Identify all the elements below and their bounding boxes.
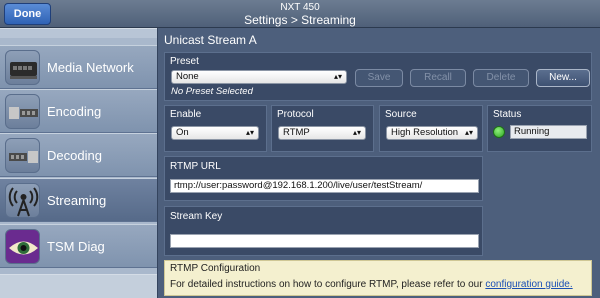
status-box: Status Running <box>487 105 592 152</box>
sidebar-item-media-network[interactable]: Media Network <box>0 45 157 89</box>
protocol-box: Protocol RTMP ▴▾ <box>271 105 374 152</box>
main-panel: Unicast Stream A Preset None ▴▾ No Prese… <box>157 28 600 298</box>
recall-button[interactable]: Recall <box>410 69 466 87</box>
sidebar-top-divider <box>0 28 157 38</box>
rtmp-url-box: RTMP URL rtmp://user:password@192.168.1.… <box>164 156 483 201</box>
chevron-updown-icon: ▴▾ <box>352 128 361 137</box>
note-body: For detailed instructions on how to conf… <box>170 279 483 290</box>
new-preset-button[interactable]: New... <box>536 69 590 87</box>
sidebar-item-streaming[interactable]: Streaming <box>0 178 157 222</box>
chevron-updown-icon: ▴▾ <box>464 128 473 137</box>
breadcrumb: Settings > Streaming <box>244 13 356 27</box>
sidebar-item-decoding[interactable]: Decoding <box>0 133 157 177</box>
delete-button[interactable]: Delete <box>473 69 529 87</box>
section-title: Unicast Stream A <box>164 33 257 47</box>
preset-select[interactable]: None ▴▾ <box>171 70 347 84</box>
source-value: High Resolution <box>391 127 459 138</box>
decoding-icon <box>5 138 40 173</box>
sidebar-bottom-divider <box>0 274 157 298</box>
stream-key-label: Stream Key <box>170 211 223 222</box>
protocol-label: Protocol <box>277 109 314 120</box>
sidebar-item-label: Decoding <box>47 148 102 163</box>
save-button[interactable]: Save <box>355 69 403 87</box>
preset-value: None <box>176 71 199 82</box>
configuration-guide-link[interactable]: configuration guide. <box>485 279 572 290</box>
preset-label: Preset <box>170 56 199 67</box>
rtmp-url-label: RTMP URL <box>170 161 221 172</box>
streaming-antenna-icon <box>5 183 40 218</box>
sidebar-item-label: Media Network <box>47 60 134 75</box>
source-select[interactable]: High Resolution ▴▾ <box>386 126 478 140</box>
enable-label: Enable <box>170 109 202 120</box>
sidebar-item-label: Streaming <box>47 193 107 208</box>
rtmp-config-note: RTMP Configuration For detailed instruct… <box>164 260 592 296</box>
sidebar-item-label: Encoding <box>47 104 102 119</box>
tsm-diag-eye-icon <box>5 229 40 264</box>
network-switch-icon <box>5 50 40 85</box>
sidebar-item-encoding[interactable]: Encoding <box>0 89 157 133</box>
chevron-updown-icon: ▴▾ <box>333 72 342 81</box>
source-box: Source High Resolution ▴▾ <box>379 105 483 152</box>
preset-box: Preset None ▴▾ No Preset Selected Save R… <box>164 52 592 101</box>
source-label: Source <box>385 109 417 120</box>
protocol-select[interactable]: RTMP ▴▾ <box>278 126 366 140</box>
protocol-value: RTMP <box>283 127 310 138</box>
device-name: NXT 450 <box>280 2 320 13</box>
chevron-updown-icon: ▴▾ <box>245 128 254 137</box>
sidebar-item-tsm-diag[interactable]: TSM Diag <box>0 224 157 268</box>
note-text: For detailed instructions on how to conf… <box>170 279 573 290</box>
encoding-icon <box>5 94 40 129</box>
no-preset-text: No Preset Selected <box>171 86 253 97</box>
sidebar: Media Network Encoding Decoding Streamin… <box>0 28 157 298</box>
status-value: Running <box>510 125 587 139</box>
sidebar-item-label: TSM Diag <box>47 239 105 254</box>
enable-box: Enable On ▴▾ <box>164 105 267 152</box>
enable-value: On <box>176 127 189 138</box>
status-indicator-icon <box>493 126 505 138</box>
stream-key-box: Stream Key <box>164 206 483 256</box>
note-title: RTMP Configuration <box>170 263 261 274</box>
status-label: Status <box>493 109 522 120</box>
stream-key-input[interactable] <box>170 234 479 248</box>
rtmp-url-input[interactable]: rtmp://user:password@192.168.1.200/live/… <box>170 179 479 193</box>
title-bar: Done NXT 450 Settings > Streaming <box>0 0 600 28</box>
enable-select[interactable]: On ▴▾ <box>171 126 259 140</box>
